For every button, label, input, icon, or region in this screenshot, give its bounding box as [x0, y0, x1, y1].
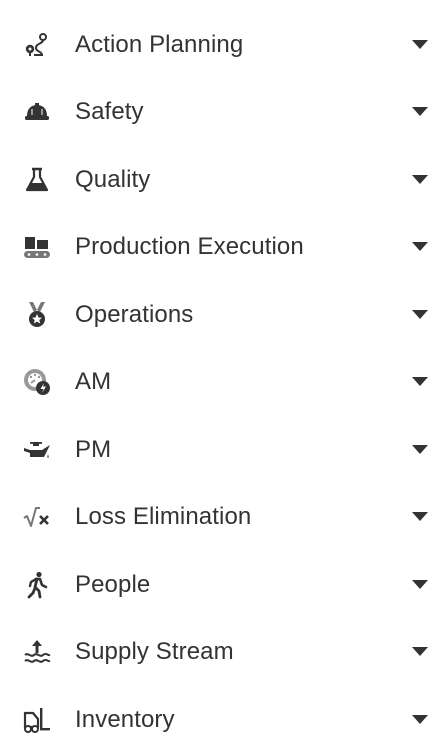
menu-item-pm[interactable]: PM: [0, 416, 446, 484]
chevron-down-icon[interactable]: [412, 444, 428, 455]
menu-item-production-execution[interactable]: Production Execution: [0, 214, 446, 282]
menu-item-label: PM: [75, 435, 112, 463]
square-root-icon: [20, 500, 54, 534]
menu-item-quality[interactable]: Quality: [0, 146, 446, 214]
flask-icon: [20, 163, 54, 197]
conveyor-icon: [20, 230, 54, 264]
gauge-bolt-icon: [20, 365, 54, 399]
menu-item-label: Quality: [75, 165, 151, 193]
chevron-down-icon[interactable]: [412, 174, 428, 185]
oil-can-icon: [20, 433, 54, 467]
menu-item-label: Supply Stream: [75, 638, 234, 666]
menu-item-label: AM: [75, 368, 112, 396]
menu-item-action-planning[interactable]: Action Planning: [0, 11, 446, 79]
menu-item-operations[interactable]: Operations: [0, 281, 446, 349]
menu-item-inventory[interactable]: Inventory: [0, 686, 446, 754]
forklift-icon: [20, 703, 54, 737]
medal-icon: [20, 298, 54, 332]
menu-item-people[interactable]: People: [0, 551, 446, 619]
chevron-down-icon[interactable]: [412, 647, 428, 657]
menu-item-safety[interactable]: Safety: [0, 79, 446, 147]
menu-item-loss-elimination[interactable]: Loss Elimination: [0, 484, 446, 552]
menu-item-am[interactable]: AM: [0, 349, 446, 417]
chevron-down-icon[interactable]: [412, 107, 428, 117]
menu-item-label: Production Execution: [75, 233, 304, 261]
menu-item-label: Loss Elimination: [75, 503, 252, 531]
menu-item-label: People: [75, 570, 151, 598]
chevron-down-icon[interactable]: [412, 579, 428, 590]
chevron-down-icon[interactable]: [412, 512, 428, 522]
menu-item-label: Inventory: [75, 705, 175, 733]
hard-hat-icon: [20, 95, 54, 129]
route-icon: [20, 28, 54, 62]
chevron-down-icon[interactable]: [412, 714, 428, 725]
menu-item-supply-stream[interactable]: Supply Stream: [0, 619, 446, 687]
chevron-down-icon[interactable]: [412, 39, 428, 50]
chevron-down-icon[interactable]: [412, 242, 428, 252]
chevron-down-icon[interactable]: [412, 309, 428, 320]
menu-item-label: Operations: [75, 300, 194, 328]
menu-item-label: Action Planning: [75, 30, 244, 58]
sidebar-menu: Action Planning Safety Quality Productio…: [0, 0, 446, 754]
water-arrow-icon: [20, 635, 54, 669]
person-walking-icon: [20, 568, 54, 602]
chevron-down-icon[interactable]: [412, 377, 428, 387]
menu-item-label: Safety: [75, 98, 144, 126]
